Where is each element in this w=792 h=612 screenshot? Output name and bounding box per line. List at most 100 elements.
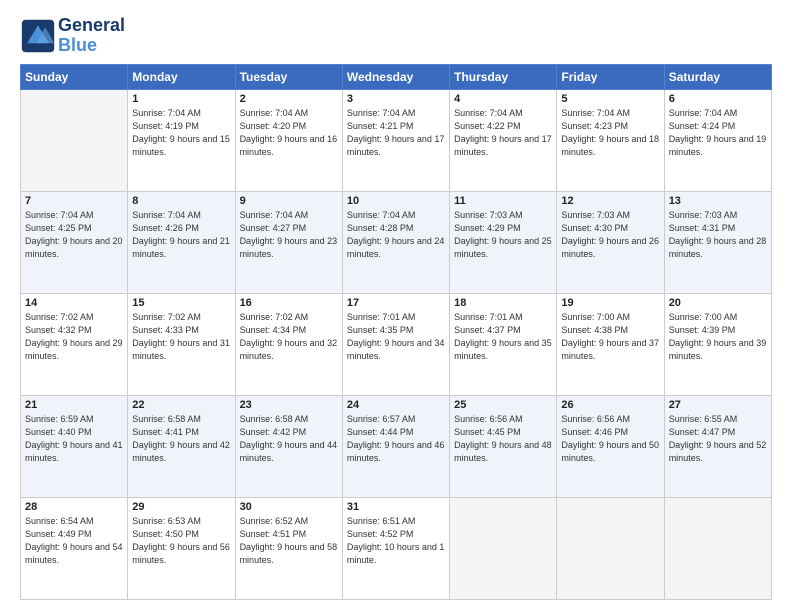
- day-number: 6: [669, 93, 767, 105]
- day-info: Sunrise: 7:04 AMSunset: 4:26 PMDaylight:…: [132, 209, 230, 261]
- day-number: 2: [240, 93, 338, 105]
- day-number: 16: [240, 297, 338, 309]
- calendar-cell: 5 Sunrise: 7:04 AMSunset: 4:23 PMDaylight…: [557, 89, 664, 191]
- day-info: Sunrise: 6:56 AMSunset: 4:46 PMDaylight:…: [561, 413, 659, 465]
- calendar-cell: 13 Sunrise: 7:03 AMSunset: 4:31 PMDayligh…: [664, 191, 771, 293]
- day-info: Sunrise: 7:00 AMSunset: 4:39 PMDaylight:…: [669, 311, 767, 363]
- day-number: 21: [25, 399, 123, 411]
- calendar-cell: 3 Sunrise: 7:04 AMSunset: 4:21 PMDaylight…: [342, 89, 449, 191]
- day-number: 14: [25, 297, 123, 309]
- calendar-week-row: 21 Sunrise: 6:59 AMSunset: 4:40 PMDayligh…: [21, 395, 772, 497]
- day-info: Sunrise: 7:04 AMSunset: 4:28 PMDaylight:…: [347, 209, 445, 261]
- day-header-tuesday: Tuesday: [235, 64, 342, 89]
- calendar-header-row: SundayMondayTuesdayWednesdayThursdayFrid…: [21, 64, 772, 89]
- day-number: 8: [132, 195, 230, 207]
- day-info: Sunrise: 7:03 AMSunset: 4:31 PMDaylight:…: [669, 209, 767, 261]
- day-header-sunday: Sunday: [21, 64, 128, 89]
- day-number: 4: [454, 93, 552, 105]
- day-number: 27: [669, 399, 767, 411]
- day-info: Sunrise: 7:04 AMSunset: 4:21 PMDaylight:…: [347, 107, 445, 159]
- day-number: 13: [669, 195, 767, 207]
- day-number: 3: [347, 93, 445, 105]
- day-info: Sunrise: 6:59 AMSunset: 4:40 PMDaylight:…: [25, 413, 123, 465]
- calendar-week-row: 14 Sunrise: 7:02 AMSunset: 4:32 PMDayligh…: [21, 293, 772, 395]
- calendar-week-row: 1Sunrise: 7:04 AMSunset: 4:19 PMDaylight…: [21, 89, 772, 191]
- calendar-cell: 15Sunrise: 7:02 AMSunset: 4:33 PMDayligh…: [128, 293, 235, 395]
- calendar-cell: 29 Sunrise: 6:53 AMSunset: 4:50 PMDayligh…: [128, 497, 235, 599]
- calendar-cell: [557, 497, 664, 599]
- logo: General Blue: [20, 16, 125, 56]
- calendar-body: 1Sunrise: 7:04 AMSunset: 4:19 PMDaylight…: [21, 89, 772, 599]
- calendar-cell: 25 Sunrise: 6:56 AMSunset: 4:45 PMDayligh…: [450, 395, 557, 497]
- day-info: Sunrise: 6:54 AMSunset: 4:49 PMDaylight:…: [25, 515, 123, 567]
- calendar-cell: 6 Sunrise: 7:04 AMSunset: 4:24 PMDaylight…: [664, 89, 771, 191]
- calendar-week-row: 28 Sunrise: 6:54 AMSunset: 4:49 PMDayligh…: [21, 497, 772, 599]
- day-number: 26: [561, 399, 659, 411]
- calendar-cell: 8 Sunrise: 7:04 AMSunset: 4:26 PMDaylight…: [128, 191, 235, 293]
- logo-text: General Blue: [58, 16, 125, 56]
- day-number: 31: [347, 501, 445, 513]
- day-info: Sunrise: 6:52 AMSunset: 4:51 PMDaylight:…: [240, 515, 338, 567]
- day-info: Sunrise: 7:04 AMSunset: 4:20 PMDaylight:…: [240, 107, 338, 159]
- calendar-cell: [21, 89, 128, 191]
- day-number: 10: [347, 195, 445, 207]
- day-number: 18: [454, 297, 552, 309]
- day-info: Sunrise: 7:02 AMSunset: 4:32 PMDaylight:…: [25, 311, 123, 363]
- page: General Blue SundayMondayTuesdayWednesda…: [0, 0, 792, 612]
- day-number: 23: [240, 399, 338, 411]
- day-info: Sunrise: 6:56 AMSunset: 4:45 PMDaylight:…: [454, 413, 552, 465]
- calendar-cell: 7 Sunrise: 7:04 AMSunset: 4:25 PMDaylight…: [21, 191, 128, 293]
- day-header-saturday: Saturday: [664, 64, 771, 89]
- calendar-cell: 16 Sunrise: 7:02 AMSunset: 4:34 PMDayligh…: [235, 293, 342, 395]
- day-number: 5: [561, 93, 659, 105]
- day-number: 17: [347, 297, 445, 309]
- calendar-cell: 12 Sunrise: 7:03 AMSunset: 4:30 PMDayligh…: [557, 191, 664, 293]
- day-number: 7: [25, 195, 123, 207]
- calendar-cell: 28 Sunrise: 6:54 AMSunset: 4:49 PMDayligh…: [21, 497, 128, 599]
- day-info: Sunrise: 7:02 AMSunset: 4:34 PMDaylight:…: [240, 311, 338, 363]
- day-info: Sunrise: 6:58 AMSunset: 4:42 PMDaylight:…: [240, 413, 338, 465]
- day-info: Sunrise: 7:04 AMSunset: 4:25 PMDaylight:…: [25, 209, 123, 261]
- day-number: 22: [132, 399, 230, 411]
- day-header-thursday: Thursday: [450, 64, 557, 89]
- calendar-cell: 30Sunrise: 6:52 AMSunset: 4:51 PMDayligh…: [235, 497, 342, 599]
- day-number: 25: [454, 399, 552, 411]
- calendar-cell: 31 Sunrise: 6:51 AMSunset: 4:52 PMDayligh…: [342, 497, 449, 599]
- calendar-cell: 11 Sunrise: 7:03 AMSunset: 4:29 PMDayligh…: [450, 191, 557, 293]
- day-number: 28: [25, 501, 123, 513]
- day-header-monday: Monday: [128, 64, 235, 89]
- calendar-cell: 26 Sunrise: 6:56 AMSunset: 4:46 PMDayligh…: [557, 395, 664, 497]
- day-number: 9: [240, 195, 338, 207]
- calendar-cell: 14 Sunrise: 7:02 AMSunset: 4:32 PMDayligh…: [21, 293, 128, 395]
- day-info: Sunrise: 6:51 AMSunset: 4:52 PMDaylight:…: [347, 515, 445, 567]
- day-info: Sunrise: 6:57 AMSunset: 4:44 PMDaylight:…: [347, 413, 445, 465]
- day-info: Sunrise: 7:03 AMSunset: 4:30 PMDaylight:…: [561, 209, 659, 261]
- calendar-cell: 18 Sunrise: 7:01 AMSunset: 4:37 PMDayligh…: [450, 293, 557, 395]
- day-number: 29: [132, 501, 230, 513]
- day-number: 11: [454, 195, 552, 207]
- calendar-cell: 17 Sunrise: 7:01 AMSunset: 4:35 PMDayligh…: [342, 293, 449, 395]
- day-number: 12: [561, 195, 659, 207]
- day-info: Sunrise: 7:04 AMSunset: 4:24 PMDaylight:…: [669, 107, 767, 159]
- calendar-cell: [450, 497, 557, 599]
- day-info: Sunrise: 7:01 AMSunset: 4:37 PMDaylight:…: [454, 311, 552, 363]
- logo-icon: [20, 18, 56, 54]
- day-info: Sunrise: 7:03 AMSunset: 4:29 PMDaylight:…: [454, 209, 552, 261]
- calendar-cell: 10 Sunrise: 7:04 AMSunset: 4:28 PMDayligh…: [342, 191, 449, 293]
- day-info: Sunrise: 7:04 AMSunset: 4:23 PMDaylight:…: [561, 107, 659, 159]
- day-info: Sunrise: 7:01 AMSunset: 4:35 PMDaylight:…: [347, 311, 445, 363]
- calendar-cell: 22Sunrise: 6:58 AMSunset: 4:41 PMDayligh…: [128, 395, 235, 497]
- day-number: 19: [561, 297, 659, 309]
- calendar-cell: 19Sunrise: 7:00 AMSunset: 4:38 PMDayligh…: [557, 293, 664, 395]
- day-header-friday: Friday: [557, 64, 664, 89]
- day-number: 24: [347, 399, 445, 411]
- calendar-cell: [664, 497, 771, 599]
- day-info: Sunrise: 7:04 AMSunset: 4:19 PMDaylight:…: [132, 107, 230, 159]
- day-info: Sunrise: 6:53 AMSunset: 4:50 PMDaylight:…: [132, 515, 230, 567]
- calendar-cell: 24 Sunrise: 6:57 AMSunset: 4:44 PMDayligh…: [342, 395, 449, 497]
- day-number: 20: [669, 297, 767, 309]
- calendar-table: SundayMondayTuesdayWednesdayThursdayFrid…: [20, 64, 772, 600]
- calendar-week-row: 7 Sunrise: 7:04 AMSunset: 4:25 PMDaylight…: [21, 191, 772, 293]
- day-info: Sunrise: 7:02 AMSunset: 4:33 PMDaylight:…: [132, 311, 230, 363]
- calendar-cell: 1Sunrise: 7:04 AMSunset: 4:19 PMDaylight…: [128, 89, 235, 191]
